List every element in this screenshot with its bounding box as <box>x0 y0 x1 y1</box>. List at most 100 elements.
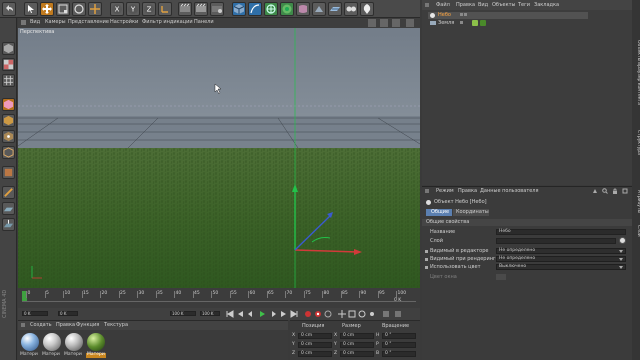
rotation-key-icon[interactable] <box>358 310 366 318</box>
start-frame-field[interactable]: 0 K <box>22 311 48 316</box>
render-dots-icon[interactable] <box>464 13 467 16</box>
tab-general[interactable]: Общие <box>426 209 452 216</box>
tweak-mode-icon[interactable] <box>2 218 15 231</box>
subdivision-surface-icon[interactable] <box>264 2 278 16</box>
prev-frame-icon[interactable] <box>246 310 254 318</box>
animate-property-icon[interactable] <box>425 266 428 269</box>
tab-coordinates[interactable]: Координаты <box>453 209 489 216</box>
edges-mode-icon[interactable] <box>2 146 15 159</box>
phong-tag-icon[interactable] <box>480 20 486 26</box>
render-picture-viewer-icon[interactable] <box>194 2 208 16</box>
om-menu-objects[interactable]: Объекты <box>492 3 516 8</box>
om-menu-file[interactable]: Файл <box>436 3 450 8</box>
om-menu-view[interactable]: Вид <box>478 3 488 8</box>
axis-x-lock-icon[interactable]: X <box>110 2 124 16</box>
material-slot-1[interactable]: Матери <box>20 332 40 360</box>
snap-icon[interactable] <box>2 186 15 199</box>
make-editable-icon[interactable] <box>2 42 15 55</box>
next-key-icon[interactable] <box>280 310 288 318</box>
attr-property-dropdown[interactable]: Не определено <box>496 256 626 262</box>
scale-key-icon[interactable] <box>348 310 356 318</box>
scene-icon[interactable] <box>312 2 326 16</box>
attr-property-dropdown[interactable]: Не определено <box>496 248 626 254</box>
timeline[interactable]: 0 5 10 15 20 25 30 35 40 45 50 55 60 65 70 75 80 85 90 95 10… <box>18 288 420 308</box>
menu-panels[interactable]: Панели <box>194 20 214 25</box>
select-tool-icon[interactable] <box>24 2 38 16</box>
tab-structure-vertical[interactable]: Структура <box>636 130 640 155</box>
scale-tool-icon[interactable] <box>56 2 70 16</box>
new-panel-icon[interactable] <box>622 188 628 194</box>
om-menu-bookmarks[interactable]: Закладка <box>534 3 559 8</box>
live-select-icon[interactable] <box>88 2 102 16</box>
visibility-dots-icon[interactable] <box>460 21 463 24</box>
om-menu-tags[interactable]: Теги <box>518 3 530 8</box>
mat-menu-create[interactable]: Создать <box>30 323 52 328</box>
points-mode-icon[interactable] <box>2 130 15 143</box>
position-key-icon[interactable] <box>338 310 346 318</box>
attr-menu-edit[interactable]: Правка <box>458 189 477 194</box>
texture-mode-icon[interactable] <box>2 58 15 71</box>
position-field[interactable]: 0 cm <box>298 351 332 357</box>
workplane-icon[interactable] <box>2 202 15 215</box>
record-icon[interactable] <box>304 310 312 318</box>
spline-pen-icon[interactable] <box>248 2 262 16</box>
parameter-key-icon[interactable] <box>368 310 376 318</box>
coordinate-system-icon[interactable] <box>158 2 172 16</box>
end-frame-field[interactable]: 100 K <box>170 311 196 316</box>
prev-key-icon[interactable] <box>236 310 244 318</box>
perspective-viewport[interactable]: Перспектива <box>18 28 420 288</box>
array-icon[interactable] <box>280 2 294 16</box>
cube-primitive-icon[interactable] <box>232 2 246 16</box>
timeline-scheme-icon[interactable] <box>394 310 402 318</box>
tab-attributes-vertical[interactable]: Атрибуты <box>636 190 640 213</box>
viewport-move-icon[interactable] <box>368 19 376 27</box>
attr-menu-mode[interactable]: Режим <box>436 189 454 194</box>
object-row-sky[interactable]: Небо <box>428 12 588 19</box>
next-frame-icon[interactable] <box>270 310 278 318</box>
goto-start-icon[interactable] <box>226 310 234 318</box>
object-row-ground[interactable]: Земля <box>428 20 588 27</box>
position-field[interactable]: 0 cm <box>298 342 332 348</box>
viewport-rotate-icon[interactable] <box>392 19 400 27</box>
autokey-icon[interactable] <box>314 310 322 318</box>
model-mode-icon[interactable] <box>2 98 15 111</box>
point-level-icon[interactable] <box>382 310 390 318</box>
attr-menu-userdata[interactable]: Данные пользователя <box>480 189 539 194</box>
om-menu-edit[interactable]: Правка <box>456 3 475 8</box>
menu-cameras[interactable]: Камеры <box>45 20 66 25</box>
menu-filter[interactable]: Фильтр индикации <box>142 20 193 25</box>
tab-layers-vertical[interactable]: Слои <box>636 225 640 237</box>
deformer-icon[interactable] <box>296 2 310 16</box>
material-slot-3[interactable]: Матери <box>64 332 84 360</box>
tab-objects-vertical[interactable]: Объекты <box>636 40 640 61</box>
animate-property-icon[interactable] <box>425 250 428 253</box>
rotation-field[interactable]: 0 ° <box>382 333 416 339</box>
rotate-tool-icon[interactable] <box>72 2 86 16</box>
tab-content-browser-vertical[interactable]: Браузер контента <box>636 62 640 105</box>
camera-icon[interactable] <box>344 2 358 16</box>
menu-view[interactable]: Вид <box>30 20 40 25</box>
material-slot-4[interactable]: Матери <box>86 332 106 360</box>
floor-icon[interactable] <box>328 2 342 16</box>
play-icon[interactable] <box>258 310 266 318</box>
object-mode-icon[interactable] <box>2 114 15 127</box>
mat-menu-function[interactable]: Функция <box>76 323 99 328</box>
display-color-swatch[interactable] <box>496 274 506 280</box>
mat-menu-texture[interactable]: Текстура <box>104 323 128 328</box>
visibility-dots-icon[interactable] <box>460 13 463 16</box>
position-field[interactable]: 0 cm <box>298 333 332 339</box>
grid-mode-icon[interactable] <box>2 74 15 87</box>
menu-options[interactable]: Настройки <box>110 20 138 25</box>
search-icon[interactable] <box>602 188 608 194</box>
mat-menu-edit[interactable]: Правка <box>56 323 75 328</box>
polygons-mode-icon[interactable] <box>2 166 15 179</box>
viewport-maximize-icon[interactable] <box>406 19 414 27</box>
menu-display[interactable]: Представление <box>68 20 109 25</box>
rotation-field[interactable]: 0 ° <box>382 351 416 357</box>
axis-z-lock-icon[interactable]: Z <box>142 2 156 16</box>
undo-icon[interactable] <box>2 2 16 16</box>
material-slot-2[interactable]: Матери <box>42 332 62 360</box>
goto-end-icon[interactable] <box>290 310 298 318</box>
animate-property-icon[interactable] <box>425 258 428 261</box>
texture-tag-icon[interactable] <box>472 20 478 26</box>
